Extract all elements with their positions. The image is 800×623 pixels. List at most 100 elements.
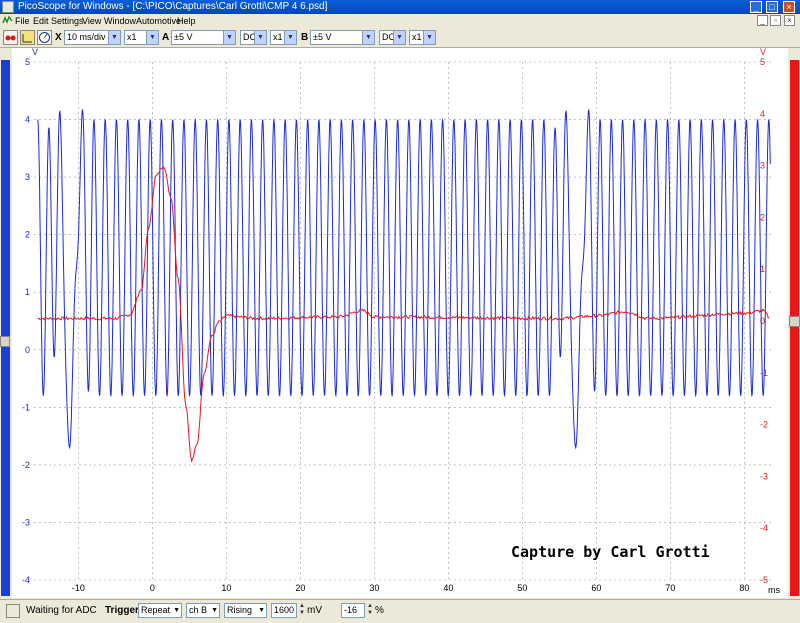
channel-a-range-select[interactable]: ±5 V ▼ — [171, 30, 236, 45]
grid — [34, 61, 774, 581]
menu-help[interactable]: Help — [177, 14, 196, 28]
left-tick-label: -4 — [22, 575, 30, 585]
x-tick-label: 0 — [150, 583, 155, 593]
channel-b-multiplier-value: x1 — [412, 32, 422, 42]
status-bar: Waiting for ADC Trigger Repeat ▼ ch B ▼ … — [0, 599, 800, 623]
mdi-minimize-button[interactable]: _ — [757, 15, 768, 26]
pretrigger-spinner[interactable]: ▲ ▼ — [366, 603, 374, 618]
chevron-down-icon: ▼ — [223, 31, 235, 44]
left-axis-ticks: 5 4 3 2 1 0 -1 -2 -3 -4 — [22, 57, 30, 585]
trigger-threshold-value: 1600 — [274, 605, 295, 615]
document-icon[interactable] — [2, 15, 13, 26]
channel-a-offset-track[interactable] — [1, 60, 10, 596]
trigger-mode-select[interactable]: Repeat ▼ — [138, 603, 182, 618]
chevron-down-icon: ▼ — [258, 607, 265, 614]
x-tick-label: 50 — [517, 583, 527, 593]
pretrigger-unit: % — [375, 605, 384, 616]
menu-settings[interactable]: Settings — [51, 14, 84, 28]
picoscope-app-icon[interactable] — [2, 1, 14, 13]
status-indicator — [6, 604, 20, 618]
right-tick-label: -5 — [760, 575, 768, 585]
minimize-button[interactable]: _ — [750, 1, 762, 13]
ruler-icon — [22, 34, 32, 43]
x-tick-label: -10 — [72, 583, 85, 593]
left-tick-label: 4 — [25, 115, 30, 125]
right-axis-unit: V — [760, 48, 766, 57]
stopwatch-button[interactable] — [37, 30, 52, 45]
menu-edit[interactable]: Edit — [33, 14, 49, 28]
chevron-down-icon: ▼ — [423, 31, 435, 44]
chevron-down-icon: ▼ — [284, 31, 296, 44]
trigger-edge-select[interactable]: Rising ▼ — [224, 603, 267, 618]
channel-toggle-icon — [5, 35, 16, 41]
x-tick-label: 70 — [665, 583, 675, 593]
timebase-label: X — [55, 32, 62, 43]
menu-window[interactable]: Window — [104, 14, 136, 28]
chevron-down-icon: ▼ — [254, 31, 266, 44]
right-tick-label: 4 — [760, 109, 765, 119]
spin-down-icon: ▼ — [367, 610, 373, 616]
channel-b-offset-handle[interactable] — [789, 316, 800, 327]
x-axis-ticks: -10 0 10 20 30 40 50 60 70 80 — [72, 583, 750, 593]
x-tick-label: 30 — [369, 583, 379, 593]
toolbar: X 10 ms/div ▼ x1 ▼ A ±5 V ▼ DC ▼ x1 ▼ B … — [0, 28, 800, 48]
pretrigger-value: -16 — [344, 605, 358, 615]
channel-b-offset-track[interactable] — [790, 60, 799, 596]
right-tick-label: 5 — [760, 57, 765, 67]
stopwatch-icon — [39, 32, 50, 43]
title-bar: PicoScope for Windows - [C:\PICO\Capture… — [0, 0, 800, 14]
left-tick-label: 5 — [25, 57, 30, 67]
x-tick-label: 40 — [443, 583, 453, 593]
channel-b-range-value: ±5 V — [313, 32, 332, 42]
channel-b-offset-bar — [788, 48, 800, 598]
threshold-unit: mV — [307, 605, 322, 616]
channel-b-multiplier-select[interactable]: x1 ▼ — [409, 30, 436, 45]
timebase-select[interactable]: 10 ms/div ▼ — [64, 30, 121, 45]
channel-a-multiplier-value: x1 — [273, 32, 283, 42]
channel-a-coupling-select[interactable]: DC ▼ — [240, 30, 267, 45]
chevron-down-icon: ▼ — [211, 607, 218, 614]
chevron-down-icon: ▼ — [393, 31, 405, 44]
menu-file[interactable]: File — [15, 14, 30, 28]
x-tick-label: 60 — [591, 583, 601, 593]
channel-a-offset-handle[interactable] — [0, 336, 10, 347]
left-tick-label: 3 — [25, 172, 30, 182]
window-title: PicoScope for Windows - [C:\PICO\Capture… — [18, 1, 328, 12]
right-tick-label: 3 — [760, 161, 765, 171]
maximize-button[interactable]: □ — [766, 1, 778, 13]
x-tick-label: 10 — [221, 583, 231, 593]
left-tick-label: -3 — [22, 517, 30, 527]
trigger-threshold-input[interactable]: 1600 — [271, 603, 297, 618]
x-multiplier-value: x1 — [127, 32, 137, 42]
channel-a-trace — [37, 109, 771, 450]
mdi-close-button[interactable]: × — [784, 15, 795, 26]
menu-automotive[interactable]: Automotive — [136, 14, 181, 28]
timebase-value: 10 ms/div — [67, 32, 106, 42]
x-multiplier-select[interactable]: x1 ▼ — [124, 30, 159, 45]
mdi-restore-button[interactable]: ▫ — [770, 15, 781, 26]
pretrigger-input[interactable]: -16 — [341, 603, 365, 618]
threshold-spinner[interactable]: ▲ ▼ — [298, 603, 306, 618]
spin-up-icon: ▲ — [367, 603, 373, 609]
left-tick-label: 2 — [25, 230, 30, 240]
trigger-label: Trigger — [105, 605, 139, 616]
channel-toggle-button[interactable] — [3, 30, 18, 45]
trigger-channel-select[interactable]: ch B ▼ — [186, 603, 220, 618]
right-tick-label: -3 — [760, 471, 768, 481]
channel-b-coupling-select[interactable]: DC ▼ — [379, 30, 406, 45]
channel-b-range-select[interactable]: ±5 V ▼ — [310, 30, 375, 45]
capture-annotation: Capture by Carl Grotti — [511, 543, 710, 561]
channel-a-multiplier-select[interactable]: x1 ▼ — [270, 30, 297, 45]
channel-a-label: A — [162, 32, 170, 43]
right-tick-label: 2 — [760, 212, 765, 222]
close-button[interactable]: × — [783, 1, 795, 13]
status-text: Waiting for ADC — [26, 605, 97, 616]
channel-a-offset-bar — [0, 48, 11, 598]
spin-up-icon: ▲ — [299, 603, 305, 609]
right-tick-label: -4 — [760, 523, 768, 533]
ruler-button[interactable] — [20, 30, 35, 45]
x-tick-label: 80 — [739, 583, 749, 593]
x-axis-unit: ms — [768, 585, 780, 595]
menu-view[interactable]: View — [82, 14, 101, 28]
left-tick-label: 1 — [25, 287, 30, 297]
